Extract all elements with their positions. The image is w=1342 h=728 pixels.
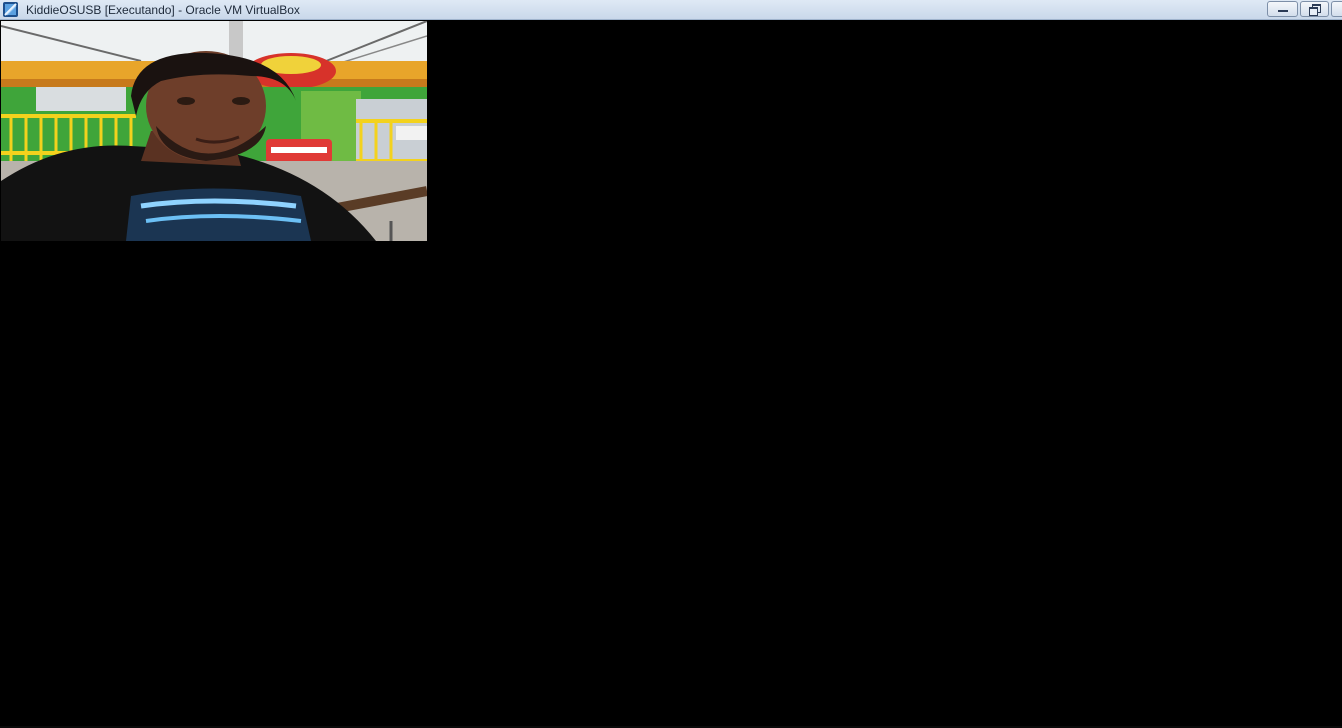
minimize-icon [1278,10,1288,12]
title-bar[interactable]: KiddieOSUSB [Executando] - Oracle VM Vir… [0,0,1342,20]
close-button[interactable] [1331,1,1342,17]
restore-button[interactable] [1300,1,1329,17]
window-title: KiddieOSUSB [Executando] - Oracle VM Vir… [26,3,300,17]
minimize-button[interactable] [1267,1,1298,17]
virtualbox-icon [3,2,18,17]
virtualbox-window: KiddieOSUSB [Executando] - Oracle VM Vir… [0,0,1342,728]
photo-image [1,21,427,241]
